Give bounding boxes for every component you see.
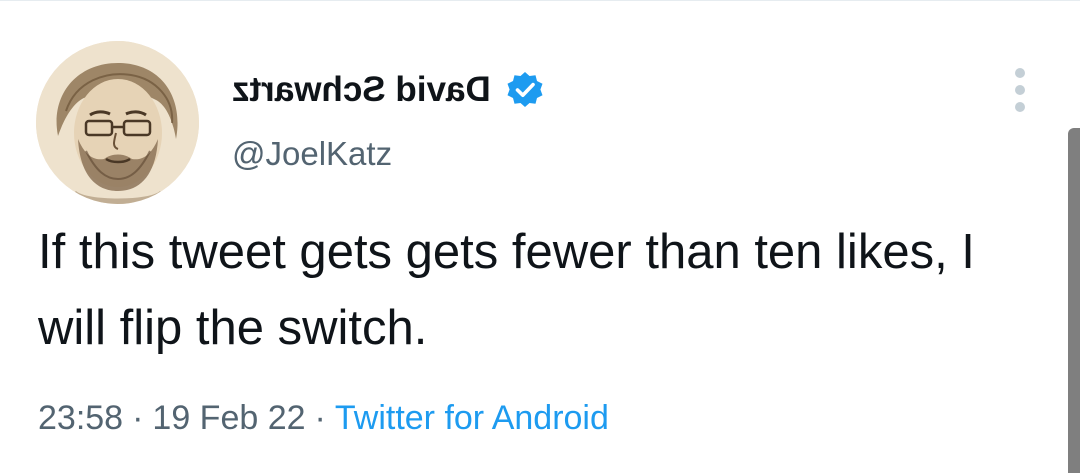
tweet-text: If this tweet gets gets fewer than ten l… [38, 225, 975, 355]
scrollbar[interactable] [1068, 128, 1080, 473]
top-divider [0, 0, 1080, 1]
verified-badge-icon [505, 70, 545, 110]
avatar-sketch-image [36, 41, 199, 204]
more-dot [1015, 102, 1025, 112]
more-options-icon[interactable] [1006, 68, 1034, 112]
more-dot [1015, 85, 1025, 95]
tweet-source-link[interactable]: Twitter for Android [335, 399, 609, 437]
avatar[interactable] [36, 41, 199, 204]
tweet-date[interactable]: 19 Feb 22 [152, 399, 305, 437]
tweet-card: David Schwartz @JoelKatz If this tweet g… [0, 0, 1080, 473]
author-name-row[interactable]: David Schwartz [232, 66, 545, 114]
author-display-name[interactable]: David Schwartz [232, 70, 491, 110]
meta-separator: · [132, 399, 144, 437]
tweet-time[interactable]: 23:58 [38, 399, 123, 437]
meta-separator: · [314, 399, 326, 437]
author-handle[interactable]: @JoelKatz [232, 135, 392, 173]
more-dot [1015, 68, 1025, 78]
tweet-meta: 23:58 · 19 Feb 22 · Twitter for Android [38, 393, 609, 443]
